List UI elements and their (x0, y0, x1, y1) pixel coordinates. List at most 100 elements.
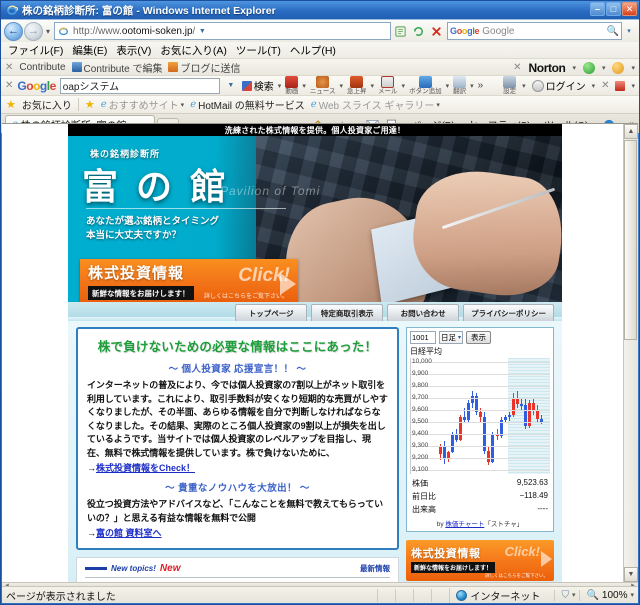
ie-search-box[interactable]: Google Google 🔍 (447, 22, 622, 40)
protected-mode-caret-icon[interactable]: ▾ (572, 591, 576, 599)
link-stock-info[interactable]: 株式投資情報をCheck！ (96, 463, 195, 473)
hero-cta-banner[interactable]: 株式投資情報 新鮮な情報をお届けします！ Click! 詳しくはこちらをご覧下さ… (80, 259, 298, 302)
news-caret-icon[interactable]: ▾ (340, 82, 344, 90)
contribute-toolbar: ✕ Contribute Contribute で編集 ブログに送信 ✕ Nor… (1, 58, 639, 75)
menu-item-help[interactable]: ヘルプ(H) (290, 43, 336, 58)
favorite-web-slice-gallery[interactable]: ℯ Web スライス ギャラリー ▾ (311, 97, 440, 112)
search-options-caret-icon[interactable]: ▾ (622, 23, 636, 39)
nav-item-contact[interactable]: お問い合わせ (387, 304, 460, 321)
search-go-icon[interactable]: 🔍 (607, 26, 619, 37)
suggested-sites-star-icon[interactable]: ★ (85, 98, 95, 111)
hero-title: 富 の 館 (82, 166, 231, 207)
stop-icon[interactable] (428, 22, 445, 40)
scroll-up-button[interactable]: ▲ (624, 124, 638, 139)
protected-mode[interactable]: ⛉ ▾ (554, 589, 579, 601)
norton-logo: Norton (528, 60, 566, 75)
grid-line (411, 434, 550, 435)
contribute-edit-button[interactable]: Contribute で編集 (71, 60, 162, 75)
menu-item-tools[interactable]: ツール(T) (236, 43, 281, 58)
video-caret-icon[interactable]: ▾ (302, 82, 306, 90)
side-cta-banner[interactable]: 株式投資情報 新鮮な情報をお届けします！ Click! 詳しくはこちらをご覧下さ… (406, 540, 554, 581)
nav-item-legal[interactable]: 特定商取引表示 (311, 304, 384, 321)
vertical-scrollbar[interactable]: ▲ ▼ (623, 124, 638, 582)
norton-status-caret-icon[interactable]: ▾ (602, 64, 606, 72)
menu-item-edit[interactable]: 編集(E) (72, 43, 107, 58)
trends-caret-icon[interactable]: ▾ (371, 82, 375, 90)
google-query-caret-icon[interactable]: ▼ (224, 78, 238, 94)
google-right-close-icon[interactable]: ✕ (601, 80, 609, 91)
google-toolbar-item-video[interactable]: 動画 (285, 75, 299, 96)
menu-item-file[interactable]: ファイル(F) (8, 43, 63, 58)
google-search-input[interactable]: oapシステム (59, 77, 220, 94)
google-toolbar-item-translate[interactable]: 翻訳 (453, 75, 467, 96)
chart-show-button[interactable]: 表示 (466, 331, 492, 344)
period-value: 日足 (441, 333, 456, 342)
link-document-room[interactable]: 富の館 資料室へ (96, 528, 162, 538)
candle-body (503, 417, 507, 420)
stat-label: 前日比 (412, 492, 436, 501)
history-caret-icon[interactable]: ▾ (43, 27, 54, 36)
norton-close-icon[interactable]: ✕ (513, 62, 521, 73)
web-page: 洗練された株式情報を提供。個人投資家ご用達！ 株の銘柄診断所 富 の 館 Pav… (2, 124, 623, 582)
credit-link[interactable]: 株価チャート (445, 521, 484, 528)
zoom-control[interactable]: 🔍 100% ▾ (579, 589, 634, 601)
nav-item-privacy[interactable]: プライバシーポリシー (463, 304, 554, 321)
login-caret-icon[interactable]: ▾ (592, 82, 596, 90)
close-button[interactable]: ✕ (622, 2, 637, 16)
google-toolbar-item-mail[interactable]: メール (378, 75, 398, 96)
contribute-blog-button[interactable]: ブログに送信 (168, 60, 240, 75)
zoom-caret-icon[interactable]: ▾ (630, 591, 634, 599)
stock-code-input[interactable]: 1001 (410, 331, 436, 344)
favorite-hotmail[interactable]: ℯ HotMail の無料サービス (190, 97, 305, 112)
menu-item-favorites[interactable]: お気に入り(A) (160, 43, 227, 58)
mail-caret-icon[interactable]: ▾ (402, 82, 406, 90)
news-new-badge: New (159, 563, 181, 574)
address-bar[interactable]: http://www.ootomi-soken.jp/ ▼ (54, 22, 391, 40)
pdf-caret-icon[interactable]: ▾ (631, 82, 635, 90)
back-button[interactable]: ← (4, 21, 23, 41)
norton-identity-caret-icon[interactable]: ▾ (631, 64, 635, 72)
stat-row: 株価 9,523.63 (410, 477, 550, 490)
side-banner-click-label: Click! (504, 544, 540, 559)
address-dropdown-icon[interactable]: ▼ (195, 23, 209, 39)
norton-status-ok-icon[interactable] (582, 61, 595, 74)
google-login-button[interactable]: ログイン (531, 78, 586, 93)
google-toolbar-close-icon[interactable]: ✕ (5, 80, 13, 91)
google-toolbar-item-trends[interactable]: 急上昇 (347, 75, 367, 96)
google-toolbar-overflow-icon[interactable]: » (478, 80, 484, 91)
minimize-button[interactable]: – (590, 2, 605, 16)
favorites-star-icon[interactable]: ★ (6, 98, 16, 111)
norton-identity-icon[interactable] (612, 61, 625, 74)
grid-line (411, 446, 550, 447)
google-search-button[interactable]: 検索 (241, 78, 274, 93)
forward-button[interactable]: → (24, 21, 43, 41)
nav-item-top[interactable]: トップページ (235, 304, 308, 321)
google-toolbar-item-add-button[interactable]: ボタン追加 (409, 75, 442, 96)
period-select[interactable]: 日足 ▾ (439, 331, 464, 344)
grid-line (411, 410, 550, 411)
google-search-caret-icon[interactable]: ▾ (278, 82, 282, 90)
settings-caret-icon[interactable]: ▾ (522, 82, 526, 90)
blog-post-icon (168, 62, 179, 72)
candle-body (511, 398, 515, 415)
y-axis-tick: 9,300 (412, 442, 429, 449)
menu-item-view[interactable]: 表示(V) (116, 43, 151, 58)
refresh-icon[interactable] (410, 22, 427, 40)
google-toolbar-item-news[interactable]: ニュース (310, 75, 336, 96)
norton-caret-icon[interactable]: ▾ (572, 64, 576, 72)
favorites-label[interactable]: お気に入り (22, 97, 72, 112)
google-settings-button[interactable]: 設定 (503, 75, 517, 96)
news-header-left: New topics! New (85, 563, 180, 574)
maximize-button[interactable]: □ (606, 2, 621, 16)
security-zone[interactable]: インターネット (449, 587, 554, 603)
pdf-icon[interactable] (615, 80, 626, 91)
candle-body (463, 417, 467, 420)
scroll-down-button[interactable]: ▼ (624, 567, 638, 582)
favorite-suggested-sites[interactable]: ℯ おすすめサイト ▾ (101, 97, 184, 112)
compatibility-view-icon[interactable] (392, 22, 409, 40)
chart-controls: 1001 日足 ▾ 表示 (410, 331, 550, 344)
translate-caret-icon[interactable]: ▾ (470, 82, 474, 90)
contribute-close-icon[interactable]: ✕ (5, 62, 13, 73)
scroll-thumb[interactable] (624, 140, 637, 340)
add-button-caret-icon[interactable]: ▾ (446, 82, 450, 90)
